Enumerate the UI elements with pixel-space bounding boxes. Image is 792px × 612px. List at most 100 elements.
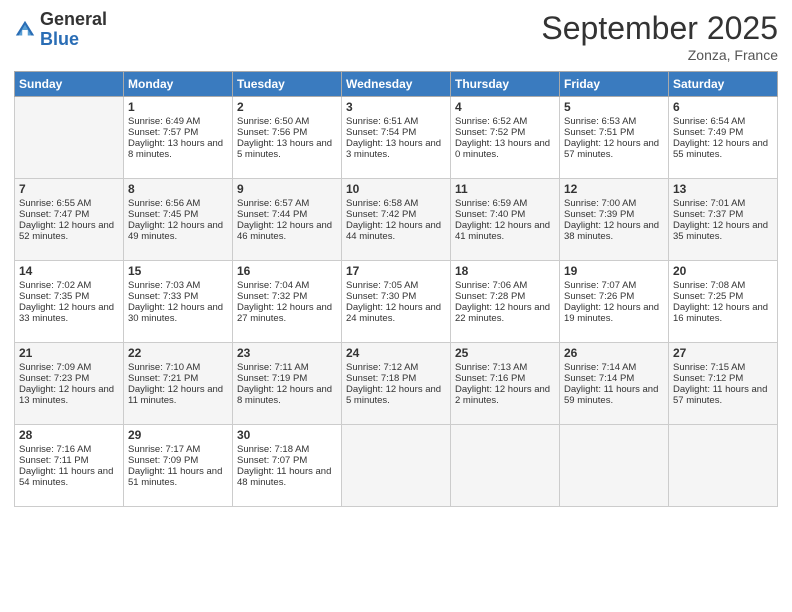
day-header-thursday: Thursday [451, 72, 560, 97]
calendar-cell: 23Sunrise: 7:11 AMSunset: 7:19 PMDayligh… [233, 343, 342, 425]
day-number: 29 [128, 428, 228, 442]
calendar-cell [560, 425, 669, 507]
day-number: 19 [564, 264, 664, 278]
calendar-table: SundayMondayTuesdayWednesdayThursdayFrid… [14, 71, 778, 507]
day-number: 15 [128, 264, 228, 278]
location-subtitle: Zonza, France [541, 47, 778, 63]
sunrise-text: Sunrise: 7:08 AM [673, 280, 773, 291]
sunset-text: Sunset: 7:39 PM [564, 209, 664, 220]
daylight-text: Daylight: 12 hours and 44 minutes. [346, 220, 446, 242]
calendar-cell: 14Sunrise: 7:02 AMSunset: 7:35 PMDayligh… [15, 261, 124, 343]
sunrise-text: Sunrise: 6:52 AM [455, 116, 555, 127]
day-number: 18 [455, 264, 555, 278]
sunrise-text: Sunrise: 6:59 AM [455, 198, 555, 209]
logo-icon [14, 19, 36, 41]
daylight-text: Daylight: 11 hours and 54 minutes. [19, 466, 119, 488]
sunset-text: Sunset: 7:47 PM [19, 209, 119, 220]
day-header-friday: Friday [560, 72, 669, 97]
sunset-text: Sunset: 7:21 PM [128, 373, 228, 384]
calendar-cell: 22Sunrise: 7:10 AMSunset: 7:21 PMDayligh… [124, 343, 233, 425]
week-row-3: 21Sunrise: 7:09 AMSunset: 7:23 PMDayligh… [15, 343, 778, 425]
month-title: September 2025 [541, 10, 778, 47]
daylight-text: Daylight: 12 hours and 33 minutes. [19, 302, 119, 324]
calendar-cell: 21 Sunrise: 7:09 AMSunset: 7:23 PMDayligh… [15, 343, 124, 425]
sunset-text: Sunset: 7:49 PM [673, 127, 773, 138]
sunrise-text: Sunrise: 6:54 AM [673, 116, 773, 127]
sunrise-text: Sunrise: 6:53 AM [564, 116, 664, 127]
daylight-text: Daylight: 12 hours and 38 minutes. [564, 220, 664, 242]
sunrise-text: Sunrise: 6:50 AM [237, 116, 337, 127]
header-row: SundayMondayTuesdayWednesdayThursdayFrid… [15, 72, 778, 97]
day-number: 27 [673, 346, 773, 360]
daylight-text: Daylight: 12 hours and 55 minutes. [673, 138, 773, 160]
daylight-text: Daylight: 12 hours and 41 minutes. [455, 220, 555, 242]
sunset-text: Sunset: 7:32 PM [237, 291, 337, 302]
calendar-cell: 27Sunrise: 7:15 AMSunset: 7:12 PMDayligh… [669, 343, 778, 425]
logo-general: General [40, 9, 107, 29]
day-number: 21 [19, 346, 119, 360]
sunrise-text: Sunrise: 7:05 AM [346, 280, 446, 291]
sunrise-text: Sunrise: 7:12 AM [346, 362, 446, 373]
sunset-text: Sunset: 7:57 PM [128, 127, 228, 138]
calendar-cell: 16 Sunrise: 7:04 AMSunset: 7:32 PMDayligh… [233, 261, 342, 343]
calendar-cell [451, 425, 560, 507]
daylight-text: Daylight: 11 hours and 48 minutes. [237, 466, 337, 488]
sunset-text: Sunset: 7:40 PM [455, 209, 555, 220]
page: General Blue September 2025 Zonza, Franc… [0, 0, 792, 612]
sunset-text: Sunset: 7:44 PM [237, 209, 337, 220]
daylight-text: Daylight: 12 hours and 8 minutes. [237, 384, 337, 406]
calendar-cell: 28Sunrise: 7:16 AMSunset: 7:11 PMDayligh… [15, 425, 124, 507]
sunrise-text: Sunrise: 7:06 AM [455, 280, 555, 291]
sunset-text: Sunset: 7:54 PM [346, 127, 446, 138]
day-number: 23 [237, 346, 337, 360]
day-number: 4 [455, 100, 555, 114]
calendar-cell: 25Sunrise: 7:13 AMSunset: 7:16 PMDayligh… [451, 343, 560, 425]
day-number: 28 [19, 428, 119, 442]
day-header-wednesday: Wednesday [342, 72, 451, 97]
day-number: 16 [237, 264, 337, 278]
daylight-text: Daylight: 12 hours and 13 minutes. [19, 384, 119, 406]
sunset-text: Sunset: 7:16 PM [455, 373, 555, 384]
sunset-text: Sunset: 7:07 PM [237, 455, 337, 466]
header: General Blue September 2025 Zonza, Franc… [14, 10, 778, 63]
logo: General Blue [14, 10, 107, 50]
calendar-cell: 26Sunrise: 7:14 AMSunset: 7:14 PMDayligh… [560, 343, 669, 425]
sunset-text: Sunset: 7:56 PM [237, 127, 337, 138]
sunset-text: Sunset: 7:11 PM [19, 455, 119, 466]
day-header-saturday: Saturday [669, 72, 778, 97]
sunrise-text: Sunrise: 7:13 AM [455, 362, 555, 373]
sunrise-text: Sunrise: 7:17 AM [128, 444, 228, 455]
calendar-cell: 24Sunrise: 7:12 AMSunset: 7:18 PMDayligh… [342, 343, 451, 425]
sunset-text: Sunset: 7:23 PM [19, 373, 119, 384]
daylight-text: Daylight: 12 hours and 2 minutes. [455, 384, 555, 406]
sunrise-text: Sunrise: 6:51 AM [346, 116, 446, 127]
logo-blue: Blue [40, 29, 79, 49]
sunset-text: Sunset: 7:33 PM [128, 291, 228, 302]
sunrise-text: Sunrise: 7:04 AM [237, 280, 337, 291]
day-number: 30 [237, 428, 337, 442]
day-number: 3 [346, 100, 446, 114]
daylight-text: Daylight: 11 hours and 59 minutes. [564, 384, 664, 406]
sunrise-text: Sunrise: 7:14 AM [564, 362, 664, 373]
day-number: 11 [455, 182, 555, 196]
sunset-text: Sunset: 7:25 PM [673, 291, 773, 302]
calendar-cell: 12Sunrise: 7:00 AMSunset: 7:39 PMDayligh… [560, 179, 669, 261]
calendar-cell: 20Sunrise: 7:08 AMSunset: 7:25 PMDayligh… [669, 261, 778, 343]
daylight-text: Daylight: 12 hours and 22 minutes. [455, 302, 555, 324]
day-number: 13 [673, 182, 773, 196]
daylight-text: Daylight: 12 hours and 49 minutes. [128, 220, 228, 242]
daylight-text: Daylight: 12 hours and 27 minutes. [237, 302, 337, 324]
daylight-text: Daylight: 12 hours and 35 minutes. [673, 220, 773, 242]
calendar-cell: 1Sunrise: 6:49 AMSunset: 7:57 PMDaylight… [124, 97, 233, 179]
calendar-cell: 29Sunrise: 7:17 AMSunset: 7:09 PMDayligh… [124, 425, 233, 507]
sunrise-text: Sunrise: 6:58 AM [346, 198, 446, 209]
daylight-text: Daylight: 12 hours and 16 minutes. [673, 302, 773, 324]
sunrise-text: Sunrise: 7:02 AM [19, 280, 119, 291]
day-number: 7 [19, 182, 119, 196]
daylight-text: Daylight: 12 hours and 52 minutes. [19, 220, 119, 242]
week-row-4: 28Sunrise: 7:16 AMSunset: 7:11 PMDayligh… [15, 425, 778, 507]
sunset-text: Sunset: 7:42 PM [346, 209, 446, 220]
sunrise-text: Sunrise: 7:09 AM [19, 362, 119, 373]
sunrise-text: Sunrise: 7:07 AM [564, 280, 664, 291]
daylight-text: Daylight: 11 hours and 57 minutes. [673, 384, 773, 406]
